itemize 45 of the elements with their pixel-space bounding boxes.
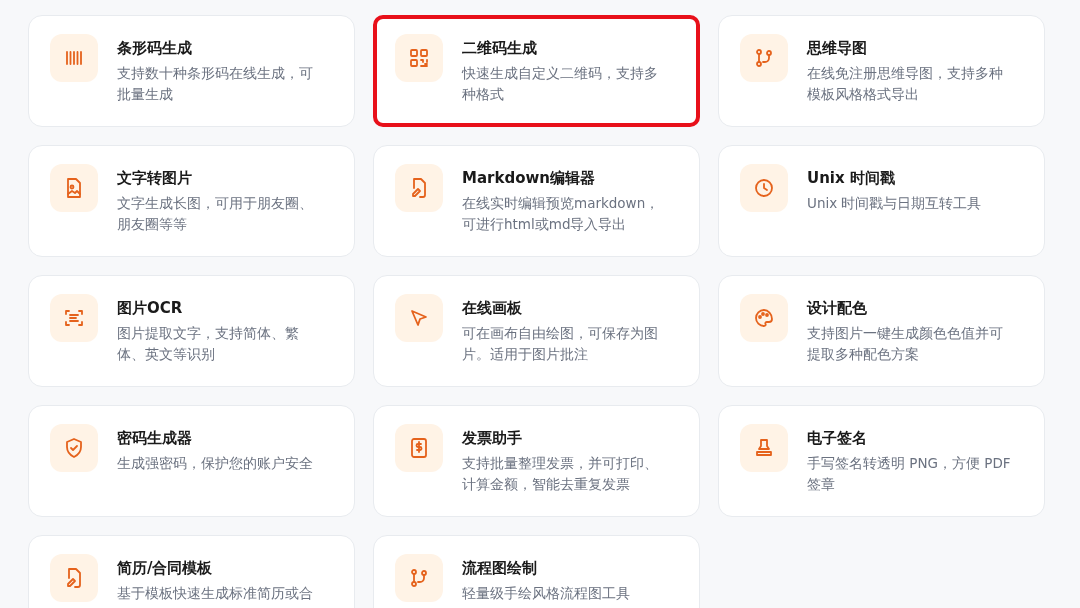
tool-card[interactable]: 发票助手 支持批量整理发票，并可打印、计算金额，智能去重复发票 <box>373 405 700 517</box>
tool-title: 电子签名 <box>807 428 868 448</box>
tool-title: 二维码生成 <box>462 38 538 58</box>
clock-icon <box>752 176 776 200</box>
qr-code-icon <box>407 46 431 70</box>
tool-title: 简历/合同模板 <box>117 558 214 578</box>
tool-description: 支持数十种条形码在线生成，可批量生成 <box>117 64 314 104</box>
tool-card[interactable]: 思维导图 在线免注册思维导图，支持多种模板风格格式导出 <box>718 15 1045 127</box>
tool-description: Unix 时间戳与日期互转工具 <box>807 194 982 213</box>
tool-description: 可在画布自由绘图，可保存为图片。适用于图片批注 <box>462 324 659 364</box>
tool-title: 文字转图片 <box>117 168 193 188</box>
tool-description: 快速生成自定义二维码，支持多种格式 <box>462 64 659 104</box>
tool-title: 密码生成器 <box>117 428 193 448</box>
tool-title: 流程图绘制 <box>462 558 538 578</box>
tool-description: 生成强密码，保护您的账户安全 <box>117 454 313 473</box>
tool-title: 在线画板 <box>462 298 523 318</box>
tool-card[interactable]: 图片OCR 图片提取文字，支持简体、繁体、英文等识别 <box>28 275 355 387</box>
tool-card[interactable]: 密码生成器 生成强密码，保护您的账户安全 <box>28 405 355 517</box>
tool-title: 设计配色 <box>807 298 868 318</box>
tool-description: 文字生成长图，可用于朋友圈、朋友圈等等 <box>117 194 314 234</box>
tool-description: 手写签名转透明 PNG，方便 PDF 签章 <box>807 454 1012 494</box>
tool-card[interactable]: 二维码生成 快速生成自定义二维码，支持多种格式 <box>373 15 700 127</box>
tool-title: 思维导图 <box>807 38 868 58</box>
tool-description: 支持批量整理发票，并可打印、计算金额，智能去重复发票 <box>462 454 659 494</box>
tool-description: 支持图片一键生成颜色色值并可提取多种配色方案 <box>807 324 1004 364</box>
palette-icon <box>752 306 776 330</box>
tool-description: 基于模板快速生成标准简历或合 <box>117 584 313 603</box>
tool-card[interactable]: Unix 时间戳 Unix 时间戳与日期互转工具 <box>718 145 1045 257</box>
tool-description: 图片提取文字，支持简体、繁体、英文等识别 <box>117 324 300 364</box>
tool-card[interactable]: 简历/合同模板 基于模板快速生成标准简历或合 <box>28 535 355 608</box>
tool-title: 条形码生成 <box>117 38 193 58</box>
tool-description: 轻量级手绘风格流程图工具 <box>462 584 630 603</box>
tool-card[interactable]: 设计配色 支持图片一键生成颜色色值并可提取多种配色方案 <box>718 275 1045 387</box>
tool-description: 在线实时编辑预览markdown，可进行html或md导入导出 <box>462 194 661 234</box>
tool-card[interactable]: 条形码生成 支持数十种条形码在线生成，可批量生成 <box>28 15 355 127</box>
tool-title: Unix 时间戳 <box>807 168 896 188</box>
tool-description: 在线免注册思维导图，支持多种模板风格格式导出 <box>807 64 1004 104</box>
tool-card[interactable]: 在线画板 可在画布自由绘图，可保存为图片。适用于图片批注 <box>373 275 700 387</box>
tool-card[interactable]: 文字转图片 文字生成长图，可用于朋友圈、朋友圈等等 <box>28 145 355 257</box>
tool-title: 发票助手 <box>462 428 523 448</box>
tool-title: Markdown编辑器 <box>462 168 596 188</box>
tool-card[interactable]: Markdown编辑器 在线实时编辑预览markdown，可进行html或md导入导出 <box>373 145 700 257</box>
tool-title: 图片OCR <box>117 298 184 318</box>
tool-card[interactable]: 流程图绘制 轻量级手绘风格流程图工具 <box>373 535 700 608</box>
tool-card[interactable]: 电子签名 手写签名转透明 PNG，方便 PDF 签章 <box>718 405 1045 517</box>
